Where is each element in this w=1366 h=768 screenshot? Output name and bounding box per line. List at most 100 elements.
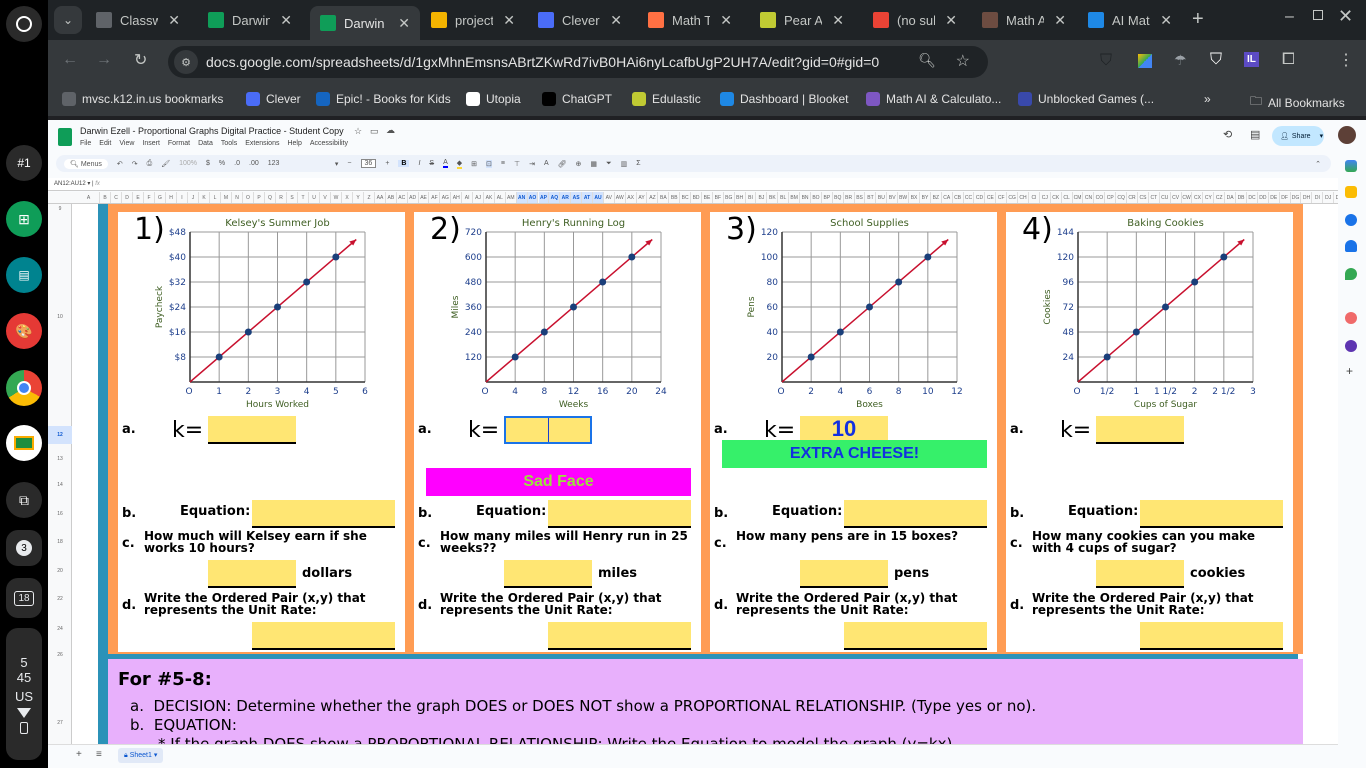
zoom-icon[interactable]: 🔍︎ [918, 52, 936, 69]
column-header[interactable]: CR [1127, 192, 1138, 203]
column-header[interactable]: AS [571, 192, 583, 203]
column-header[interactable]: AP [538, 192, 550, 203]
column-header[interactable]: BN [800, 192, 811, 203]
browser-tab[interactable]: Math A ✕ [972, 6, 1076, 34]
all-sheets-button[interactable]: ≡ [96, 749, 102, 760]
column-header[interactable]: AG [440, 192, 452, 203]
redo-icon[interactable]: ↷ [132, 160, 138, 168]
browser-tab[interactable]: Math T ✕ [638, 6, 742, 34]
bookmark-item[interactable]: Epic! - Books for Kids [316, 92, 451, 106]
column-header[interactable]: AD [408, 192, 419, 203]
column-header[interactable]: AM [506, 192, 517, 203]
column-header[interactable]: DC [1247, 192, 1258, 203]
column-header[interactable]: A [78, 192, 100, 203]
column-header[interactable]: CA [942, 192, 953, 203]
collapse-toolbar-icon[interactable]: ⌃ [1315, 160, 1321, 168]
screen-capture-icon[interactable]: ⧉ [6, 482, 42, 518]
column-header[interactable]: CE [985, 192, 997, 203]
row-header[interactable]: 16 [48, 511, 72, 517]
vertical-align-button[interactable]: ⊤ [514, 160, 520, 168]
column-header[interactable]: BL [778, 192, 790, 203]
filter-button[interactable]: ⏷ [606, 160, 612, 168]
unit-rate-input[interactable] [1140, 622, 1283, 650]
chrome-menu-icon[interactable]: ⋮ [1338, 50, 1354, 70]
close-tab-icon[interactable]: ✕ [720, 12, 732, 29]
share-dropdown-icon[interactable]: ▾ [1320, 132, 1324, 140]
calendar-button[interactable]: 18 [6, 578, 42, 618]
column-header[interactable]: BQ [833, 192, 844, 203]
column-header[interactable]: CZ [1214, 192, 1226, 203]
menu-view[interactable]: View [119, 140, 134, 147]
column-header[interactable]: CX [1193, 192, 1204, 203]
name-box[interactable]: AN12:AU12 [54, 181, 86, 187]
contacts-addon-icon[interactable] [1345, 240, 1357, 252]
column-header[interactable]: DH [1302, 192, 1313, 203]
column-header[interactable]: R [276, 192, 287, 203]
menu-tools[interactable]: Tools [221, 140, 237, 147]
bookmark-item[interactable]: ChatGPT [542, 92, 612, 106]
bookmark-star-icon[interactable]: ☆ [956, 51, 970, 71]
close-tab-icon[interactable]: ✕ [398, 15, 410, 32]
column-header[interactable]: DF [1280, 192, 1291, 203]
star-icon[interactable]: ☆ [354, 126, 362, 137]
column-header[interactable]: CM [1073, 192, 1084, 203]
column-header[interactable]: AK [484, 192, 495, 203]
bold-button[interactable]: B [398, 160, 410, 167]
calculator-app-icon[interactable]: ⊞ [6, 201, 42, 237]
column-header[interactable]: AI [462, 192, 474, 203]
column-header[interactable]: BV [887, 192, 899, 203]
equation-input[interactable] [252, 500, 395, 528]
chrome-app-icon[interactable] [6, 370, 42, 406]
menu-edit[interactable]: Edit [99, 140, 111, 147]
column-header[interactable]: L [210, 192, 221, 203]
menu-data[interactable]: Data [198, 140, 213, 147]
close-tab-icon[interactable]: ✕ [168, 12, 180, 29]
forward-button[interactable]: → [96, 51, 112, 69]
column-header[interactable]: BU [876, 192, 888, 203]
column-header[interactable]: BX [909, 192, 920, 203]
column-header[interactable]: BZ [931, 192, 942, 203]
column-header[interactable]: CG [1007, 192, 1019, 203]
close-tab-icon[interactable]: ✕ [945, 12, 957, 29]
text-color-button[interactable]: A [443, 159, 448, 168]
k-input[interactable] [208, 416, 296, 444]
column-header[interactable]: T [298, 192, 309, 203]
column-header[interactable]: BJ [757, 192, 768, 203]
column-header[interactable]: BB [669, 192, 681, 203]
column-header[interactable]: AQ [549, 192, 561, 203]
extension-shield-icon[interactable]: ⛉ [1210, 51, 1222, 69]
row-header[interactable]: 9 [48, 206, 72, 212]
column-header[interactable]: DJ [1323, 192, 1335, 203]
column-header[interactable]: AJ [473, 192, 484, 203]
equation-input[interactable] [1140, 500, 1283, 528]
notification-tray[interactable]: 3 [6, 530, 42, 566]
insert-link-button[interactable]: 🔗︎ [558, 160, 567, 168]
k-input[interactable] [1096, 416, 1184, 444]
bookmark-item[interactable]: Unblocked Games (... [1018, 92, 1154, 106]
row-header[interactable]: 20 [48, 568, 72, 574]
column-header[interactable]: AR [560, 192, 572, 203]
unit-rate-input[interactable] [548, 622, 691, 650]
column-header[interactable]: BC [680, 192, 692, 203]
column-header[interactable]: BH [735, 192, 746, 203]
column-header[interactable]: V [320, 192, 331, 203]
font-size-input[interactable]: 36 [360, 159, 377, 168]
minimize-button[interactable]: – [1285, 8, 1294, 26]
column-header[interactable]: DE [1269, 192, 1280, 203]
column-header[interactable]: BA [658, 192, 670, 203]
column-header[interactable]: BP [822, 192, 833, 203]
column-header[interactable]: BE [702, 192, 713, 203]
column-header[interactable]: AV [604, 192, 615, 203]
zoom-select[interactable]: 100% [179, 160, 197, 167]
column-header[interactable]: CO [1094, 192, 1106, 203]
answer-c-input[interactable] [800, 560, 888, 588]
addon-icon[interactable] [1345, 340, 1357, 352]
borders-button[interactable]: ⊞ [471, 160, 477, 168]
column-header[interactable]: CB [953, 192, 964, 203]
bookmark-item[interactable]: Utopia [466, 92, 521, 106]
column-header[interactable]: DI [1312, 192, 1324, 203]
version-history-icon[interactable]: ⟲ [1223, 128, 1232, 141]
column-header[interactable]: AF [430, 192, 441, 203]
close-tab-icon[interactable]: ✕ [280, 12, 292, 29]
increase-font-size-button[interactable]: + [385, 160, 389, 167]
